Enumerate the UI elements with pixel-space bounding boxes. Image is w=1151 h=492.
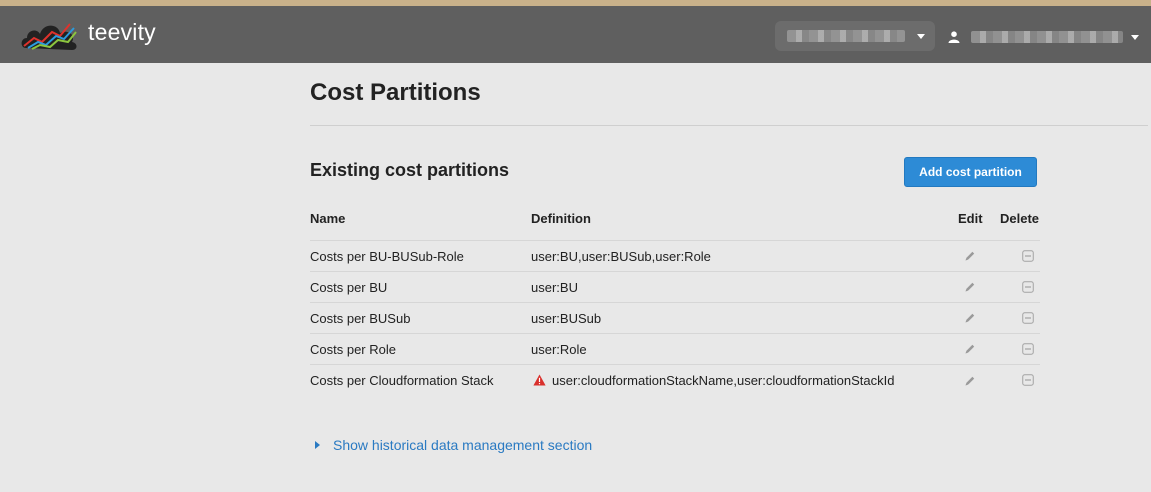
- delete-icon[interactable]: [1022, 343, 1034, 355]
- navbar: teevity: [0, 6, 1151, 63]
- brand-name[interactable]: teevity: [88, 19, 156, 46]
- row-name: Costs per Role: [310, 342, 396, 357]
- column-header-name: Name: [310, 211, 346, 226]
- user-menu-redacted-text: [971, 31, 1123, 43]
- chevron-down-icon: [917, 34, 925, 39]
- caret-right-icon[interactable]: [315, 441, 320, 449]
- row-divider: [310, 271, 1040, 272]
- page-title: Cost Partitions: [310, 79, 481, 106]
- delete-icon[interactable]: [1022, 312, 1034, 324]
- row-divider: [310, 240, 1040, 241]
- row-definition: user:BU: [531, 280, 578, 295]
- add-cost-partition-button[interactable]: Add cost partition: [904, 157, 1037, 187]
- row-divider: [310, 302, 1040, 303]
- pencil-icon[interactable]: [964, 250, 976, 262]
- row-name: Costs per BUSub: [310, 311, 411, 326]
- delete-icon[interactable]: [1022, 374, 1034, 386]
- user-icon: [948, 31, 960, 43]
- section-title: Existing cost partitions: [310, 160, 510, 180]
- show-historical-data-link[interactable]: Show historical data management section: [333, 437, 592, 453]
- chevron-down-icon: [1131, 35, 1139, 40]
- pencil-icon[interactable]: [964, 375, 976, 387]
- tenant-selector-redacted-text: [787, 30, 905, 42]
- row-definition: user:cloudformationStackName,user:cloudf…: [552, 373, 895, 388]
- column-header-delete: Delete: [1000, 211, 1040, 226]
- tenant-selector[interactable]: [775, 21, 935, 51]
- warning-triangle-icon[interactable]: [533, 374, 546, 386]
- row-name: Costs per BU-BUSub-Role: [310, 249, 464, 264]
- row-name: Costs per BU: [310, 280, 388, 295]
- row-name: Costs per Cloudformation Stack: [310, 373, 494, 388]
- row-definition: user:BU,user:BUSub,user:Role: [531, 249, 711, 264]
- pencil-icon[interactable]: [964, 343, 976, 355]
- title-divider: [310, 125, 1148, 126]
- row-divider: [310, 333, 1040, 334]
- column-header-edit: Edit: [958, 211, 983, 226]
- column-header-definition: Definition: [531, 211, 591, 226]
- row-divider: [310, 364, 1040, 365]
- user-menu[interactable]: [965, 22, 1145, 52]
- pencil-icon[interactable]: [964, 281, 976, 293]
- row-definition: user:BUSub: [531, 311, 602, 326]
- delete-icon[interactable]: [1022, 250, 1034, 262]
- delete-icon[interactable]: [1022, 281, 1034, 293]
- pencil-icon[interactable]: [964, 312, 976, 324]
- row-definition: user:Role: [531, 342, 587, 357]
- teevity-logo-icon[interactable]: [20, 18, 82, 52]
